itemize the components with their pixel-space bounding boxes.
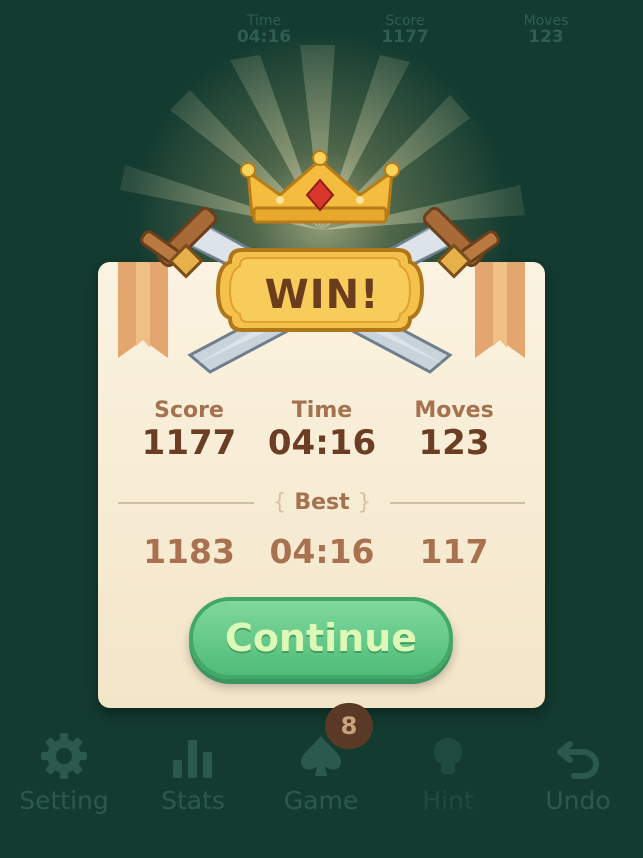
score-value: 1177 [141, 423, 237, 463]
top-moves-value: 123 [528, 27, 564, 47]
top-time-stat: Time 04:16 [214, 14, 314, 46]
toolbar-stats[interactable]: Stats [133, 725, 253, 815]
best-moves-value: 117 [419, 532, 489, 571]
best-score-value: 1183 [143, 532, 235, 571]
best-label: Best [294, 490, 350, 515]
moves-value: 123 [418, 423, 490, 463]
moves-label: Moves [414, 398, 494, 423]
top-score-value: 1177 [381, 27, 429, 47]
gear-icon [4, 725, 124, 787]
win-title: WIN! [264, 272, 380, 318]
undo-label: Undo [545, 786, 611, 815]
top-score-label: Score [385, 13, 425, 29]
game-label: Game [283, 786, 359, 815]
divider-left [118, 502, 254, 504]
best-label-group: { Best } [262, 490, 382, 515]
best-moves: 117 [384, 532, 524, 571]
time-value: 04:16 [267, 423, 377, 463]
time-label: Time [291, 398, 353, 423]
toolbar-setting[interactable]: Setting [4, 725, 124, 815]
crown-icon [240, 150, 400, 224]
top-time-value: 04:16 [236, 27, 292, 47]
best-score: 1183 [119, 532, 259, 571]
toolbar-undo[interactable]: Undo [518, 725, 638, 815]
score-label: Score [154, 398, 224, 423]
score-column: Score 1177 [119, 398, 259, 463]
setting-label: Setting [19, 786, 109, 815]
best-time-value: 04:16 [269, 532, 375, 571]
top-score-stat: Score 1177 [355, 14, 455, 46]
top-moves-stat: Moves 123 [496, 14, 596, 46]
game-badge: 8 [325, 703, 373, 749]
brace-left-icon: { [272, 490, 287, 515]
moves-column: Moves 123 [384, 398, 524, 463]
hint-label: Hint [422, 786, 474, 815]
time-column: Time 04:16 [252, 398, 392, 463]
divider-right [390, 502, 525, 504]
undo-icon [518, 725, 638, 787]
continue-button[interactable]: Continue [189, 597, 453, 679]
stats-label: Stats [161, 786, 225, 815]
brace-right-icon: } [357, 490, 372, 515]
top-moves-label: Moves [523, 13, 569, 29]
best-time: 04:16 [252, 532, 392, 571]
lightbulb-icon [388, 725, 508, 787]
toolbar-hint[interactable]: Hint [388, 725, 508, 815]
win-emblem [140, 150, 500, 374]
top-time-label: Time [246, 13, 282, 29]
bar-chart-icon [133, 725, 253, 787]
